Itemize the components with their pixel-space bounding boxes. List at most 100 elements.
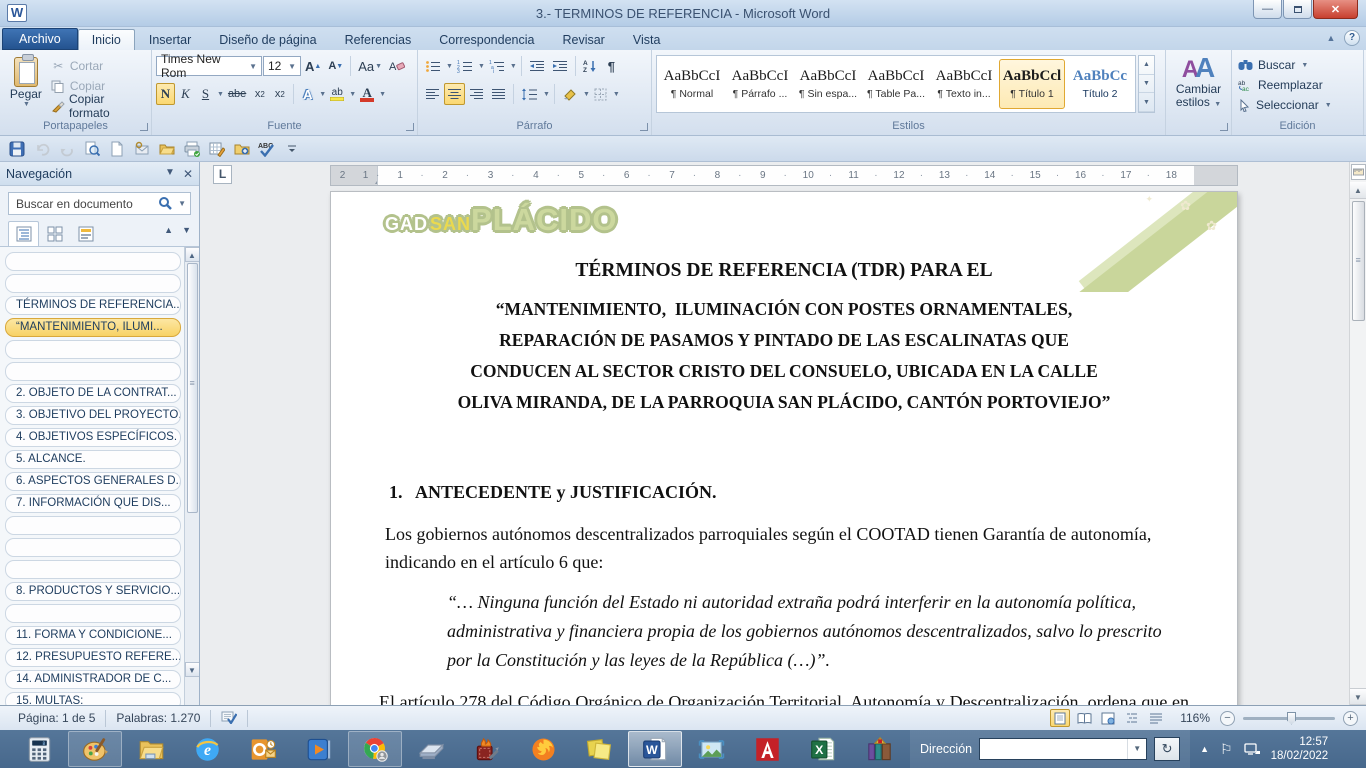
winrar-taskbar-icon[interactable] [852, 731, 906, 767]
media-player-taskbar-icon[interactable] [292, 731, 346, 767]
network-icon[interactable] [1244, 742, 1261, 756]
chrome-taskbar-icon[interactable] [348, 731, 402, 767]
subscript-button[interactable]: x2 [250, 83, 269, 105]
zoom-in-icon[interactable]: + [1343, 711, 1358, 726]
nav-tab-pages[interactable] [39, 221, 70, 246]
redo-icon[interactable] [56, 139, 78, 159]
more-icon[interactable] [281, 139, 303, 159]
superscript-button[interactable]: x2 [270, 83, 289, 105]
style-normal[interactable]: AaBbCcI¶ Normal [659, 59, 725, 109]
style-sin-espa[interactable]: AaBbCcI¶ Sin espa... [795, 59, 861, 109]
page-indicator[interactable]: Página: 1 de 5 [8, 710, 106, 727]
nav-item[interactable]: 3. OBJETIVO DEL PROYECTO. [5, 406, 181, 425]
scroll-up-icon[interactable]: ▲ [1350, 182, 1366, 199]
align-left-button[interactable] [422, 83, 443, 105]
calculator-taskbar-icon[interactable]: 8 [12, 731, 66, 767]
change-case-button[interactable]: Aa▼ [355, 55, 385, 77]
nav-item[interactable]: TÉRMINOS DE REFERENCIA... [5, 296, 181, 315]
justify-button[interactable] [488, 83, 509, 105]
search-options-icon[interactable]: ▼ [173, 199, 186, 208]
restore-button[interactable] [1283, 0, 1312, 19]
paint-taskbar-icon[interactable] [68, 731, 122, 767]
cut-button[interactable]: ✂Cortar [48, 57, 147, 75]
scrollbar-thumb[interactable] [187, 263, 198, 513]
nav-scrollbar[interactable]: ▲ ▼ [184, 247, 199, 705]
autocad-taskbar-icon[interactable] [740, 731, 794, 767]
scroll-down-icon[interactable]: ▼ [185, 662, 200, 677]
dialog-launcher-icon[interactable] [140, 123, 148, 131]
repair-tool-taskbar-icon[interactable] [460, 731, 514, 767]
photo-viewer-taskbar-icon[interactable] [684, 731, 738, 767]
tab-stop-selector[interactable]: L [213, 165, 232, 184]
style-título-2[interactable]: AaBbCcTítulo 2 [1067, 59, 1133, 109]
bold-button[interactable]: N [156, 83, 175, 105]
nav-item[interactable] [5, 604, 181, 623]
address-go-icon[interactable]: ↻ [1154, 737, 1180, 761]
save-icon[interactable] [6, 139, 28, 159]
previous-heading-icon[interactable]: ▲ [164, 225, 173, 235]
nav-item[interactable]: 14. ADMINISTRADOR DE C... [5, 670, 181, 689]
scroll-up-icon[interactable]: ▲ [185, 247, 200, 262]
tab-vista[interactable]: Vista [619, 29, 675, 50]
styles-scroll-down-icon[interactable]: ▼ [1139, 75, 1154, 94]
view-ruler-toggle[interactable] [1351, 164, 1366, 180]
style-título-1[interactable]: AaBbCcl¶ Título 1 [999, 59, 1065, 109]
nav-item[interactable]: 6. ASPECTOS GENERALES D... [5, 472, 181, 491]
tab-inicio[interactable]: Inicio [78, 29, 135, 50]
bullets-button[interactable] [422, 55, 444, 77]
strikethrough-button[interactable]: abe [225, 83, 249, 105]
style-table-pa[interactable]: AaBbCcI¶ Table Pa... [863, 59, 929, 109]
tab-referencias[interactable]: Referencias [331, 29, 426, 50]
tab-insertar[interactable]: Insertar [135, 29, 205, 50]
zoom-slider-thumb[interactable] [1287, 712, 1296, 725]
sticky-notes-taskbar-icon[interactable] [572, 731, 626, 767]
increase-indent-button[interactable] [549, 55, 571, 77]
document-search-box[interactable]: ▼ [8, 192, 191, 215]
nav-item[interactable]: 7. INFORMACIÓN QUE DIS... [5, 494, 181, 513]
address-dropdown-icon[interactable]: ▼ [1127, 739, 1146, 759]
minimize-ribbon-icon[interactable]: ▲ [1324, 32, 1338, 44]
word-taskbar-icon[interactable]: W [628, 731, 682, 767]
styles-more-icon[interactable]: ▼ [1139, 93, 1154, 112]
nav-tab-results[interactable] [70, 221, 101, 246]
nav-item[interactable]: 12. PRESUPUESTO REFERE... [5, 648, 181, 667]
shrink-font-button[interactable]: A▼ [325, 55, 346, 77]
show-paragraph-marks-button[interactable]: ¶ [602, 55, 621, 77]
text-effects-button[interactable]: A [298, 83, 317, 105]
tab-revisar[interactable]: Revisar [548, 29, 618, 50]
format-painter-button[interactable]: Copiar formato [48, 97, 147, 115]
open-folder-icon[interactable] [156, 139, 178, 159]
nav-item[interactable] [5, 560, 181, 579]
close-button[interactable]: ✕ [1313, 0, 1358, 19]
nav-item[interactable] [5, 274, 181, 293]
document-page[interactable]: ✿ ✿ ✦ GADSANPLÁCIDO TÉRMINOS DE REFERENC… [330, 191, 1238, 705]
sort-button[interactable]: AZ [580, 55, 601, 77]
scrollbar-thumb[interactable] [1352, 201, 1365, 321]
font-color-button[interactable]: A [357, 83, 377, 105]
zoom-out-icon[interactable]: − [1220, 711, 1235, 726]
paste-button[interactable]: Pegar▼ [4, 53, 48, 117]
grow-font-button[interactable]: A▲ [302, 55, 324, 77]
highlight-button[interactable]: ab [327, 83, 347, 105]
nav-item[interactable]: 11. FORMA Y CONDICIONE... [5, 626, 181, 645]
fullscreen-reading-view-button[interactable] [1074, 709, 1094, 727]
search-icon[interactable] [158, 196, 173, 211]
draft-view-button[interactable] [1146, 709, 1166, 727]
tab-archivo[interactable]: Archivo [2, 28, 78, 50]
horizontal-ruler[interactable]: 21123456789101112131415161718 [330, 165, 1238, 186]
tab-diseño-de-página[interactable]: Diseño de página [205, 29, 330, 50]
line-spacing-button[interactable] [518, 83, 541, 105]
firefox-taskbar-icon[interactable] [516, 731, 570, 767]
nav-item[interactable] [5, 340, 181, 359]
dialog-launcher-icon[interactable] [640, 123, 648, 131]
borders-button[interactable] [591, 83, 611, 105]
decrease-indent-button[interactable] [526, 55, 548, 77]
scroll-down-icon[interactable]: ▼ [1350, 688, 1366, 705]
underline-button[interactable]: S [196, 83, 215, 105]
tab-correspondencia[interactable]: Correspondencia [425, 29, 548, 50]
nav-item[interactable] [5, 516, 181, 535]
print-preview-icon[interactable] [81, 139, 103, 159]
excel-taskbar-icon[interactable]: X [796, 731, 850, 767]
zoom-level[interactable]: 116% [1180, 711, 1210, 725]
address-input[interactable]: ▼ [979, 738, 1147, 760]
